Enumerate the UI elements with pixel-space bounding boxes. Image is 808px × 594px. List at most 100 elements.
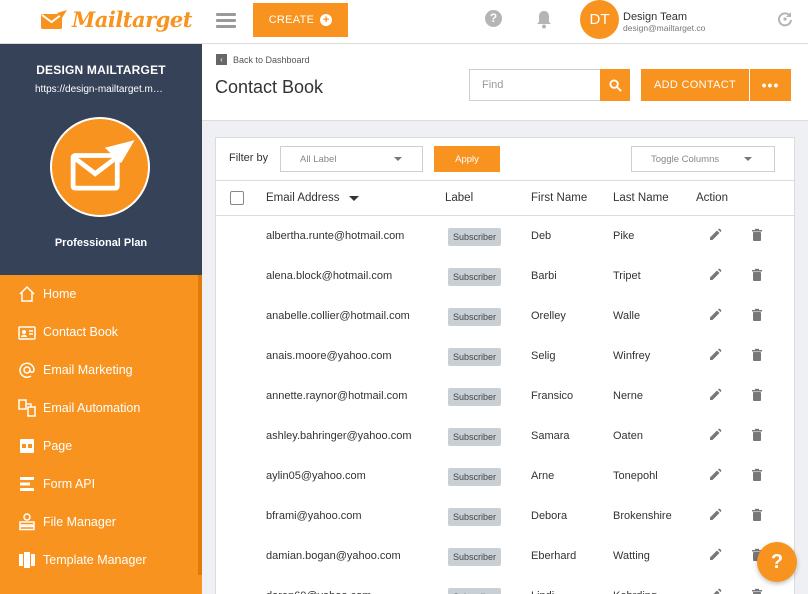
contact-email[interactable]: aylin05@yahoo.com: [266, 470, 366, 482]
sidebar-item-label: Email Marketing: [43, 363, 133, 377]
page-header: ‹ Back to Dashboard Contact Book ADD CON…: [202, 44, 808, 121]
trash-icon[interactable]: [750, 588, 764, 594]
table-row[interactable]: alena.block@hotmail.com Subscriber Barbi Tr…: [216, 256, 794, 296]
sidebar-scrollbar[interactable]: [198, 275, 202, 575]
status-badge: Subscriber: [448, 268, 502, 286]
sidebar-nav: Home Contact Book Email Marketing Email …: [0, 275, 202, 579]
trash-icon[interactable]: [750, 468, 764, 482]
trash-icon[interactable]: [750, 228, 764, 242]
search-input[interactable]: [469, 69, 601, 101]
contact-last-name: Walle: [613, 310, 641, 322]
column-header-first-name[interactable]: First Name: [531, 192, 587, 204]
edit-icon[interactable]: [708, 228, 722, 242]
more-options-button[interactable]: •••: [750, 69, 791, 101]
table-row[interactable]: albertha.runte@hotmail.com Subscriber Deb P…: [216, 216, 794, 256]
edit-icon[interactable]: [708, 268, 722, 282]
org-logo: [50, 117, 150, 217]
status-badge: Subscriber: [448, 508, 502, 526]
contact-email[interactable]: bframi@yahoo.com: [266, 510, 362, 522]
sidebar-item-template-manager[interactable]: Template Manager: [0, 541, 202, 579]
sidebar-item-email-marketing[interactable]: Email Marketing: [0, 351, 202, 389]
avatar[interactable]: DT: [580, 0, 619, 39]
table-row[interactable]: aylin05@yahoo.com Subscriber Arne Tonepohl: [216, 456, 794, 496]
contact-last-name: Watting: [613, 550, 650, 562]
contact-email[interactable]: anais.moore@yahoo.com: [266, 350, 392, 362]
trash-icon[interactable]: [750, 428, 764, 442]
table-row[interactable]: damian.bogan@yahoo.com Subscriber Eberhard…: [216, 536, 794, 576]
edit-icon[interactable]: [708, 508, 722, 522]
table-row[interactable]: anabelle.collier@hotmail.com Subscriber Or…: [216, 296, 794, 336]
contact-email[interactable]: albertha.runte@hotmail.com: [266, 230, 404, 242]
trash-icon[interactable]: [750, 308, 764, 322]
create-button[interactable]: CREATE +: [253, 3, 348, 37]
contact-email[interactable]: anabelle.collier@hotmail.com: [266, 310, 410, 322]
contact-email[interactable]: annette.raynor@hotmail.com: [266, 390, 407, 402]
apply-button[interactable]: Apply: [434, 146, 500, 172]
mail-logo-icon: [70, 140, 135, 191]
table-row[interactable]: annette.raynor@hotmail.com Subscriber Fran…: [216, 376, 794, 416]
help-icon[interactable]: ?: [485, 10, 502, 27]
mail-logo-icon: [41, 9, 67, 29]
contact-last-name: Oaten: [613, 430, 643, 442]
select-all-checkbox[interactable]: [230, 191, 244, 205]
hamburger-icon[interactable]: [216, 11, 236, 31]
table-row[interactable]: daren60@yahoo.com Subscriber Lindi Kebrding: [216, 576, 794, 594]
edit-icon[interactable]: [708, 588, 722, 594]
column-header-action: Action: [696, 192, 728, 204]
sidebar-item-contact-book[interactable]: Contact Book: [0, 313, 202, 351]
status-badge: Subscriber: [448, 588, 502, 594]
contact-email[interactable]: daren60@yahoo.com: [266, 590, 371, 594]
chevron-down-icon: [394, 157, 402, 161]
contact-email[interactable]: damian.bogan@yahoo.com: [266, 550, 401, 562]
edit-icon[interactable]: [708, 348, 722, 362]
label-filter-value: All Label: [300, 153, 337, 165]
sidebar-item-page[interactable]: Page: [0, 427, 202, 465]
table-header: Email Address Label First Name Last Name…: [216, 180, 794, 216]
table-row[interactable]: ashley.bahringer@yahoo.com Subscriber Sama…: [216, 416, 794, 456]
back-label: Back to Dashboard: [233, 54, 310, 65]
status-badge: Subscriber: [448, 228, 502, 246]
back-to-dashboard-link[interactable]: ‹ Back to Dashboard: [216, 54, 310, 65]
table-row[interactable]: anais.moore@yahoo.com Subscriber Selig Winf…: [216, 336, 794, 376]
org-url[interactable]: https://design-mailtarget.mailtarget.co: [35, 84, 167, 95]
bell-icon[interactable]: [535, 9, 553, 29]
contact-book-icon: [18, 326, 36, 340]
edit-icon[interactable]: [708, 468, 722, 482]
sidebar-item-form-api[interactable]: Form API: [0, 465, 202, 503]
chevron-left-icon: ‹: [216, 54, 227, 65]
sidebar-item-home[interactable]: Home: [0, 275, 202, 313]
refresh-icon[interactable]: [776, 10, 794, 28]
create-label: CREATE: [268, 14, 315, 26]
help-chat-button[interactable]: ?: [757, 542, 797, 582]
sidebar-profile: DESIGN MAILTARGET https://design-mailtar…: [0, 44, 202, 275]
toggle-columns-select[interactable]: Toggle Columns: [631, 146, 775, 172]
trash-icon[interactable]: [750, 348, 764, 362]
edit-icon[interactable]: [708, 428, 722, 442]
table-body: albertha.runte@hotmail.com Subscriber Deb P…: [216, 216, 794, 594]
edit-icon[interactable]: [708, 548, 722, 562]
trash-icon[interactable]: [750, 508, 764, 522]
contact-first-name: Barbi: [531, 270, 557, 282]
column-header-label[interactable]: Label: [445, 192, 473, 204]
contact-first-name: Eberhard: [531, 550, 577, 562]
trash-icon[interactable]: [750, 268, 764, 282]
sidebar-item-email-automation[interactable]: Email Automation: [0, 389, 202, 427]
edit-icon[interactable]: [708, 308, 722, 322]
sidebar-item-file-manager[interactable]: File Manager: [0, 503, 202, 541]
edit-icon[interactable]: [708, 388, 722, 402]
search-button[interactable]: [600, 69, 630, 101]
app-logo[interactable]: Mailtarget: [40, 7, 192, 32]
column-header-email[interactable]: Email Address: [266, 192, 340, 204]
contact-email[interactable]: alena.block@hotmail.com: [266, 270, 392, 282]
label-filter-select[interactable]: All Label: [280, 146, 423, 172]
add-contact-button[interactable]: ADD CONTACT: [641, 69, 749, 101]
contact-email[interactable]: ashley.bahringer@yahoo.com: [266, 430, 412, 442]
automation-icon: [18, 399, 36, 417]
trash-icon[interactable]: [750, 388, 764, 402]
toggle-columns-label: Toggle Columns: [651, 153, 720, 165]
sidebar-item-label: Email Automation: [43, 401, 141, 415]
sort-desc-icon[interactable]: [349, 196, 359, 201]
user-name[interactable]: Design Team: [623, 11, 687, 23]
column-header-last-name[interactable]: Last Name: [613, 192, 669, 204]
table-row[interactable]: bframi@yahoo.com Subscriber Debora Brokensh…: [216, 496, 794, 536]
